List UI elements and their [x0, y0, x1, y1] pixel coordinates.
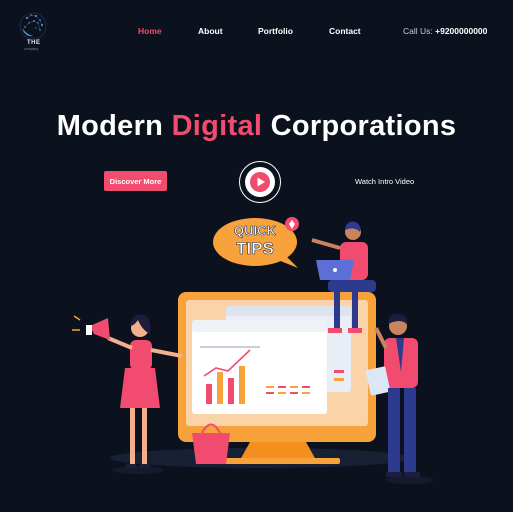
nav-item-portfolio[interactable]: Portfolio — [258, 26, 293, 36]
quick-tips-badge: QUICK TIPS — [213, 217, 299, 268]
badge-line2: TIPS — [236, 239, 274, 258]
phone-number[interactable]: +9200000000 — [435, 26, 487, 36]
call-us: Call Us: +9200000000 — [403, 26, 487, 36]
woman-figure — [72, 314, 183, 474]
nav-item-contact[interactable]: Contact — [329, 26, 361, 36]
hero-title-accent: Digital — [171, 110, 263, 142]
hero-title-part2: Corporations — [262, 110, 457, 142]
hero-title-part1: Modern — [56, 110, 172, 142]
play-video-button[interactable] — [239, 161, 281, 203]
brand-logo-text: THE — [27, 40, 41, 46]
hero-title: Modern Digital Corporations — [0, 110, 513, 143]
brand-logo-subtext: company — [24, 47, 39, 51]
hero-illustration: QUICK TIPS — [72, 217, 434, 484]
call-us-label: Call Us: — [403, 26, 433, 36]
dashboard-window — [192, 320, 327, 414]
nav-item-about[interactable]: About — [198, 26, 223, 36]
discover-more-button[interactable]: Discover More — [104, 171, 167, 191]
nav-item-home[interactable]: Home — [138, 26, 162, 36]
watch-intro-video-link[interactable]: Watch Intro Video — [355, 177, 414, 186]
play-icon — [250, 172, 270, 192]
badge-line1: QUICK — [234, 223, 277, 238]
